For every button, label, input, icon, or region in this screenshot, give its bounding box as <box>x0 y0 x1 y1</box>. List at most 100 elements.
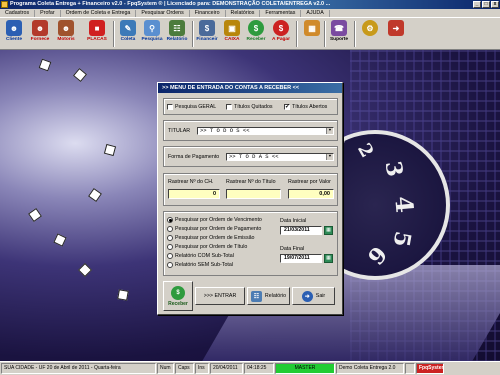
checkbox-box <box>167 104 173 110</box>
search-icon: ⚲ <box>144 20 160 36</box>
calendar-icon[interactable]: ▦ <box>324 254 333 263</box>
menu-pesquisar-ordens[interactable]: Pesquisar Ordens <box>136 9 190 17</box>
exit-label: Sair <box>315 293 326 299</box>
dialog-title: >> MENU DE ENTRADA DO CONTAS A RECEBER <… <box>158 83 342 93</box>
maximize-button[interactable]: □ <box>482 1 490 8</box>
report-sem-subtotal-radio[interactable]: Relatório SEM Sub-Total <box>167 262 233 268</box>
minimize-button[interactable]: _ <box>473 1 481 8</box>
start-date-input[interactable]: 21/03/2011 <box>280 226 322 235</box>
payment-select[interactable]: >> T O D A S << ▼ <box>226 153 334 161</box>
toolbar-motoris-button[interactable]: ☻ Motoris <box>54 20 78 49</box>
clock-number: 4 <box>389 194 420 215</box>
clock-number: 6 <box>361 240 392 270</box>
toolbar-financeiro-button[interactable]: $ Financeir <box>194 20 220 49</box>
menu-ajuda[interactable]: AJUDA <box>301 9 330 17</box>
track-ch-label: Rastrear Nº do CH. <box>168 179 214 185</box>
calendar-icon[interactable]: ▦ <box>324 226 333 235</box>
radio-dot <box>167 235 173 241</box>
order-vencimento-radio[interactable]: Pesquisar por Ordem de Vencimento <box>167 217 262 223</box>
toolbar-separator <box>296 21 298 47</box>
titulos-quitados-checkbox[interactable]: Títulos Quitados <box>226 104 273 110</box>
exit-icon: ➜ <box>388 20 404 36</box>
status-ins: Ins <box>195 363 209 374</box>
toolbar-label: CAIXA <box>224 37 240 42</box>
supplier-icon: ☻ <box>32 20 48 36</box>
checkbox-box <box>226 104 232 110</box>
toolbar-label: Suporte <box>329 37 349 42</box>
toolbar-calculator-button[interactable]: ▦ <box>300 20 324 49</box>
clock-number: 5 <box>387 229 416 249</box>
toolbar-separator <box>354 21 356 47</box>
titulos-abertos-checkbox[interactable]: ✓ Títulos Abertos <box>284 104 327 110</box>
contas-receber-dialog: >> MENU DE ENTRADA DO CONTAS A RECEBER <… <box>157 82 343 315</box>
receber-label: Receber <box>168 300 188 307</box>
order-titulo-radio[interactable]: Pesquisar por Ordem de Título <box>167 244 247 250</box>
support-icon: ☎ <box>331 20 347 36</box>
order-emissao-radio[interactable]: Pesquisar por Ordem de Emissão <box>167 235 255 241</box>
exit-icon: ➜ <box>301 290 313 302</box>
receive-icon: $ <box>171 285 185 300</box>
enter-button[interactable]: >>> ENTRAR <box>195 287 245 305</box>
status-bar: SUA CIDADE - UF 20 de Abril de 2011 - Qu… <box>0 361 500 375</box>
toolbar-placas-button[interactable]: ■ PLACAS <box>82 20 112 49</box>
toolbar-cliente-button[interactable]: ☻ Cliente <box>2 20 26 49</box>
flying-sheet <box>77 262 93 278</box>
radio-dot <box>167 244 173 250</box>
titular-select[interactable]: >> T O D O S << ▼ <box>197 127 334 135</box>
toolbar-label: Cliente <box>6 37 22 42</box>
menu-ordem-coleta[interactable]: Ordem de Coleta e Entrega <box>61 9 137 17</box>
menu-profar[interactable]: Profar <box>35 9 61 17</box>
payment-group: Forma de Pagamento >> T O D A S << ▼ <box>163 146 338 167</box>
track-ch-input[interactable]: 0 <box>168 189 220 199</box>
toolbar-exit-button[interactable]: ➜ <box>384 20 408 49</box>
track-value-input[interactable]: 0,00 <box>288 189 334 199</box>
report-com-subtotal-radio[interactable]: Relatório COM Sub-Total <box>167 253 234 259</box>
close-button[interactable]: x <box>491 1 499 8</box>
toolbar-coleta-button[interactable]: ✎ Coleta <box>116 20 140 49</box>
window-title-bar: Programa Coleta Entrega + Financeiro v2.… <box>0 0 500 9</box>
radio-label: Pesquisar por Ordem de Título <box>175 244 248 250</box>
status-time: 04:18:25 <box>244 363 274 374</box>
menu-cadastros[interactable]: Cadastros <box>0 9 36 17</box>
radio-dot <box>167 226 173 232</box>
exit-button[interactable]: ➜ Sair <box>292 287 335 305</box>
order-pagamento-radio[interactable]: Pesquisar por Ordem de Pagamento <box>167 226 261 232</box>
toolbar-pesquisa-button[interactable]: ⚲ Pesquisa <box>140 20 164 49</box>
report-button[interactable]: ☷ Relatório <box>247 287 290 305</box>
pesquisa-geral-checkbox[interactable]: Pesquisa GERAL <box>167 104 216 110</box>
enter-label: >>> ENTRAR <box>203 293 237 299</box>
toolbar-separator <box>113 21 115 47</box>
menu-bar: Cadastros Profar Ordem de Coleta e Entre… <box>0 9 500 17</box>
menu-ferramentas[interactable]: Ferramentas <box>260 9 302 17</box>
status-city-date: SUA CIDADE - UF 20 de Abril de 2011 - Qu… <box>1 363 156 374</box>
start-date-label: Data Inicial <box>280 218 307 224</box>
client-icon: ☻ <box>6 20 22 36</box>
toolbar-relatorio-button[interactable]: ☷ Relatório <box>164 20 190 49</box>
end-date-input[interactable]: 19/07/2011 <box>280 254 322 263</box>
payment-value: >> T O D A S << <box>229 153 279 160</box>
toolbar-caixa-button[interactable]: ▣ CAIXA <box>220 20 244 49</box>
order-options-group: Pesquisar por Ordem de Vencimento Pesqui… <box>163 211 338 276</box>
toolbar-apagar-button[interactable]: $ A Pagar <box>268 20 294 49</box>
flying-sheet <box>88 188 102 202</box>
toolbar-settings-button[interactable]: ⚙ <box>358 20 382 49</box>
checkbox-box: ✓ <box>284 104 291 110</box>
toolbar-suporte-button[interactable]: ☎ Suporte <box>326 20 352 49</box>
checkbox-label: Títulos Quitados <box>234 104 273 110</box>
finance-icon: $ <box>199 20 215 36</box>
checkbox-label: Pesquisa GERAL <box>175 104 217 110</box>
report-label: Relatório <box>264 293 287 299</box>
menu-financeiro[interactable]: Financeiro <box>190 9 226 17</box>
receber-button[interactable]: $ Receber <box>163 281 193 311</box>
toolbar-receber-button[interactable]: $ Receber <box>244 20 268 49</box>
toolbar-fornece-button[interactable]: ☻ Fornece <box>28 20 52 49</box>
titular-label: TITULAR <box>168 128 191 134</box>
radio-label: Relatório SEM Sub-Total <box>175 262 233 268</box>
track-title-input[interactable] <box>226 189 281 199</box>
flying-sheet <box>72 67 88 83</box>
toolbar-label: Relatório <box>166 37 188 42</box>
menu-relatorios[interactable]: Relatórios <box>226 9 261 17</box>
toolbar-label: Fornece <box>30 37 50 42</box>
clock-number: 3 <box>379 159 408 179</box>
cash-icon: ▣ <box>224 20 240 36</box>
